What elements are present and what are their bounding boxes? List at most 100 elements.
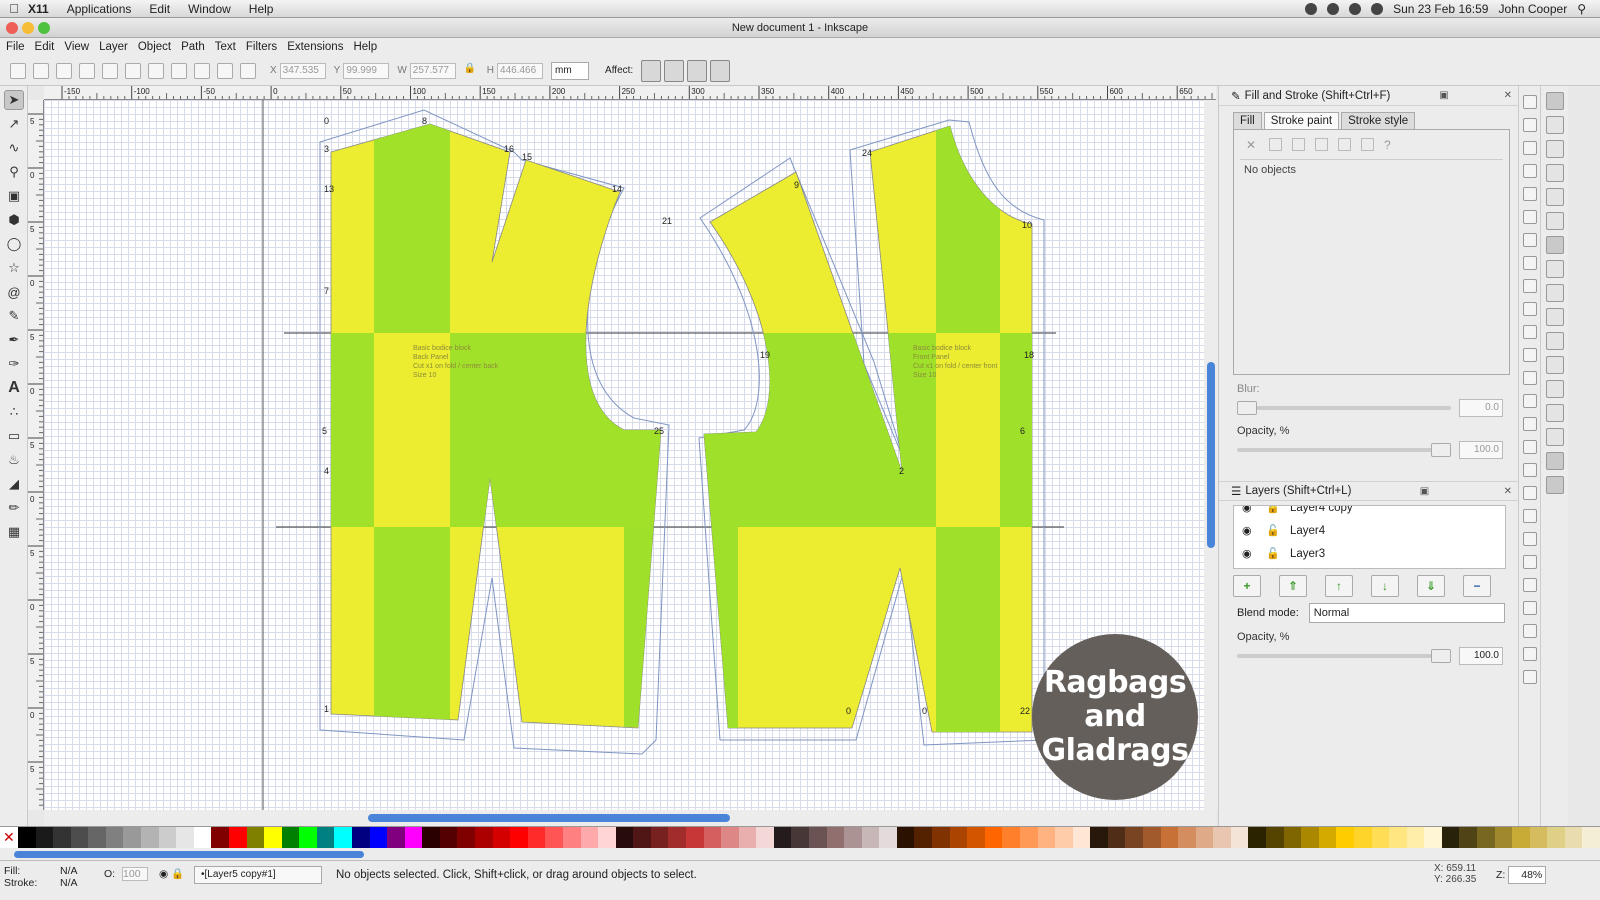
- linear-gradient-icon[interactable]: [1292, 138, 1305, 151]
- flat-color-icon[interactable]: [1269, 138, 1282, 151]
- snap-nodes-icon[interactable]: [1546, 236, 1564, 254]
- opacity-indicator-value[interactable]: 100: [122, 867, 149, 881]
- snap-bbox-edges-icon[interactable]: [1546, 140, 1564, 158]
- export-icon[interactable]: [1523, 210, 1537, 224]
- scale-corners-toggle[interactable]: [664, 59, 685, 82]
- zoom-selection-icon[interactable]: [1523, 348, 1537, 362]
- color-swatch[interactable]: [387, 827, 405, 849]
- tab-fill[interactable]: Fill: [1233, 112, 1262, 129]
- color-swatch[interactable]: [1494, 827, 1513, 849]
- menu-text[interactable]: Text: [215, 41, 236, 53]
- color-swatch[interactable]: [545, 827, 563, 849]
- raise-layer-button[interactable]: ↑: [1325, 575, 1353, 597]
- color-swatch[interactable]: [158, 827, 177, 849]
- color-swatch[interactable]: [1107, 827, 1126, 849]
- color-swatch[interactable]: [1195, 827, 1214, 849]
- menu-filters[interactable]: Filters: [246, 41, 277, 53]
- duplicate-icon[interactable]: [1523, 417, 1537, 431]
- zoom-input[interactable]: 48%: [1508, 866, 1547, 884]
- raise-icon[interactable]: [194, 62, 210, 79]
- color-swatch[interactable]: [1441, 827, 1460, 849]
- snap-rotation-center-icon[interactable]: [1546, 404, 1564, 422]
- add-layer-button[interactable]: +: [1233, 575, 1261, 597]
- snap-page-border-icon[interactable]: [1546, 428, 1564, 446]
- color-swatch[interactable]: [1230, 827, 1249, 849]
- color-swatch[interactable]: [246, 827, 265, 849]
- visibility-eye-icon[interactable]: ◉: [1242, 547, 1256, 560]
- color-swatch[interactable]: [1019, 827, 1038, 849]
- color-swatch[interactable]: [1424, 827, 1442, 849]
- color-swatch[interactable]: [1389, 827, 1407, 849]
- color-swatch[interactable]: [1072, 827, 1091, 849]
- mac-menu-applications[interactable]: Applications: [67, 2, 132, 16]
- color-swatch[interactable]: [1406, 827, 1425, 849]
- color-swatch[interactable]: [369, 827, 388, 849]
- ungroup-icon[interactable]: [1523, 509, 1537, 523]
- swatch-icon[interactable]: [1361, 138, 1374, 151]
- color-swatch[interactable]: [1476, 827, 1495, 849]
- layer-lock-icon[interactable]: 🔒: [171, 868, 184, 880]
- color-swatch[interactable]: [492, 827, 511, 849]
- layer-row[interactable]: ◉ 🔓 Layer4 copy: [1234, 506, 1505, 519]
- layer-row[interactable]: ◉ 🔓 Layer4: [1234, 519, 1505, 542]
- menu-view[interactable]: View: [64, 41, 89, 53]
- menu-help[interactable]: Help: [353, 41, 377, 53]
- visibility-eye-icon[interactable]: ◉: [1242, 506, 1256, 514]
- spiral-tool-icon[interactable]: @: [4, 282, 24, 302]
- menu-path[interactable]: Path: [181, 41, 205, 53]
- y-input[interactable]: 99.999: [343, 62, 390, 79]
- user-name[interactable]: John Cooper: [1498, 2, 1567, 16]
- vertical-scrollbar[interactable]: [1204, 100, 1218, 810]
- color-swatch[interactable]: [299, 827, 317, 849]
- menu-edit[interactable]: Edit: [35, 41, 55, 53]
- color-swatch[interactable]: [1318, 827, 1337, 849]
- current-layer-select[interactable]: •[Layer5 copy#1]: [194, 866, 322, 884]
- transform-gradients-toggle[interactable]: [687, 59, 708, 82]
- layer-row[interactable]: ◉ 🔓 Layer3: [1234, 542, 1505, 565]
- color-swatch[interactable]: [879, 827, 897, 849]
- color-swatch[interactable]: [1582, 827, 1600, 849]
- flip-vertical-icon[interactable]: [148, 62, 164, 79]
- pattern-icon[interactable]: [1338, 138, 1351, 151]
- color-swatch[interactable]: [721, 827, 739, 849]
- pen-tool-icon[interactable]: ✒: [4, 330, 24, 350]
- paint-bucket-tool-icon[interactable]: ♨: [4, 450, 24, 470]
- blend-mode-select[interactable]: Normal: [1308, 603, 1505, 623]
- panel-iconify-icon[interactable]: ▣: [1420, 486, 1429, 497]
- blur-slider[interactable]: 0.0: [1219, 399, 1518, 417]
- open-icon[interactable]: [1523, 118, 1537, 132]
- color-swatch[interactable]: [1090, 827, 1108, 849]
- color-swatch[interactable]: [422, 827, 440, 849]
- document-properties-icon[interactable]: [1523, 670, 1537, 684]
- volume-icon[interactable]: [1371, 2, 1384, 15]
- mac-menu-edit[interactable]: Edit: [149, 2, 170, 16]
- fill-stroke-indicator-values[interactable]: N/A N/A: [60, 865, 78, 889]
- horizontal-ruler[interactable]: -150 -100 -50 0 50 100 150 200 250 300 350 400 450 50…: [44, 86, 1216, 100]
- snap-centers-icon[interactable]: [1546, 380, 1564, 398]
- snap-paths-icon[interactable]: [1546, 260, 1564, 278]
- color-swatch[interactable]: [844, 827, 862, 849]
- layers-dialog-icon[interactable]: [1523, 578, 1537, 592]
- color-swatch[interactable]: [685, 827, 704, 849]
- menu-layer[interactable]: Layer: [99, 41, 128, 53]
- color-swatch[interactable]: [193, 827, 212, 849]
- menu-extensions[interactable]: Extensions: [287, 41, 343, 53]
- zoom-page-icon[interactable]: [1523, 394, 1537, 408]
- color-swatch[interactable]: [1160, 827, 1179, 849]
- color-swatch[interactable]: [351, 827, 370, 849]
- color-swatch[interactable]: [18, 827, 36, 849]
- color-swatch[interactable]: [1353, 827, 1372, 849]
- layer-opacity-slider[interactable]: 100.0: [1219, 647, 1518, 665]
- star-tool-icon[interactable]: ☆: [4, 258, 24, 278]
- snap-toggle-icon[interactable]: [1546, 92, 1564, 110]
- color-swatch[interactable]: [1178, 827, 1196, 849]
- h-input[interactable]: 446.466: [497, 62, 544, 79]
- color-swatch[interactable]: [88, 827, 106, 849]
- color-swatch[interactable]: [914, 827, 933, 849]
- x-input[interactable]: 347.535: [279, 62, 326, 79]
- w-input[interactable]: 257.577: [409, 62, 456, 79]
- rectangle-tool-icon[interactable]: ▣: [4, 186, 24, 206]
- pencil-tool-icon[interactable]: ✎: [4, 306, 24, 326]
- palette-scrollbar[interactable]: [0, 848, 1600, 860]
- color-swatch[interactable]: [211, 827, 229, 849]
